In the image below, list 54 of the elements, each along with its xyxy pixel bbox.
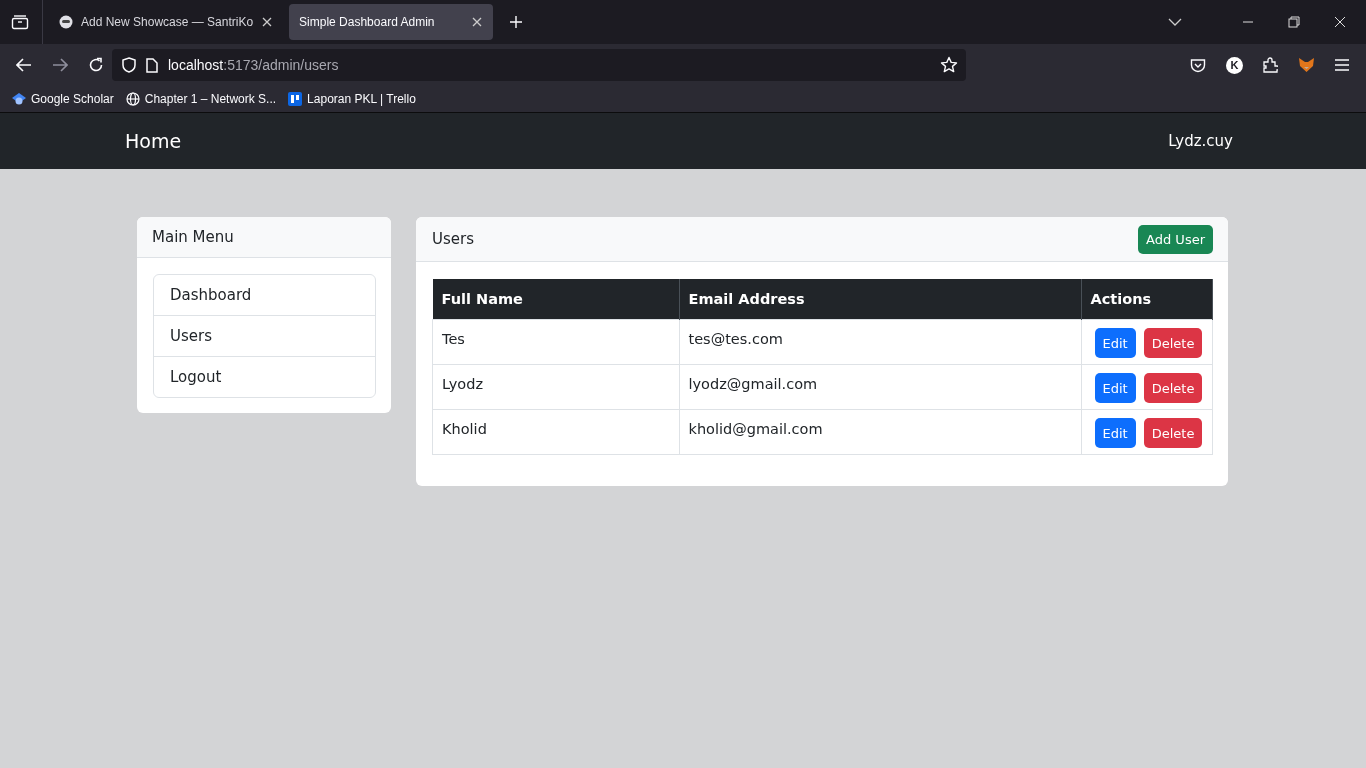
menu-item[interactable]: Users [154, 315, 375, 356]
edit-button[interactable]: Edit [1094, 328, 1136, 358]
profile-avatar[interactable]: K [1226, 56, 1243, 74]
delete-button[interactable]: Delete [1143, 418, 1203, 448]
tab-list-icon[interactable] [11, 14, 29, 30]
cap-icon [12, 92, 26, 106]
bookmark[interactable]: Google Scholar [12, 92, 114, 106]
browser-tab[interactable]: Add New Showcase — SantriKo [49, 4, 284, 40]
forward-icon[interactable] [52, 58, 68, 72]
reload-icon[interactable] [88, 57, 104, 73]
back-icon[interactable] [16, 58, 32, 72]
close-icon[interactable] [261, 16, 274, 28]
table-cell: tes@tes.com [679, 319, 1081, 365]
table-cell: Tes [432, 319, 679, 365]
shield-icon [122, 57, 136, 73]
board-icon [288, 92, 303, 106]
plus-icon[interactable] [509, 15, 524, 29]
fox-icon[interactable] [1298, 57, 1315, 73]
bookmark[interactable]: Laporan PKL | Trello [288, 92, 416, 106]
card-title: Users [432, 230, 474, 248]
column-header: Email Address [679, 279, 1081, 320]
close-icon[interactable] [1334, 16, 1346, 28]
puzzle-icon[interactable] [1263, 57, 1278, 73]
user-link[interactable]: Lydz.cuy [1168, 132, 1233, 150]
close-icon[interactable] [471, 16, 484, 28]
card-title: Main Menu [152, 228, 234, 246]
menu-item[interactable]: Logout [154, 356, 375, 397]
delete-button[interactable]: Delete [1143, 373, 1203, 403]
address-bar[interactable]: localhost:5173/admin/users [112, 49, 966, 81]
page-icon [146, 57, 158, 73]
column-header: Actions [1081, 279, 1213, 320]
edit-button[interactable]: Edit [1094, 418, 1136, 448]
tab-title: Simple Dashboard Admin [299, 15, 436, 29]
home-link[interactable]: Home [125, 130, 182, 152]
add-user-button[interactable]: Add User [1138, 224, 1213, 254]
chevron-down-icon[interactable] [1168, 18, 1182, 26]
site-icon [59, 15, 73, 29]
browser-tab[interactable]: Simple Dashboard Admin [289, 4, 494, 40]
table-cell: Kholid [432, 409, 679, 455]
url-text: localhost:5173/admin/users [168, 57, 339, 73]
menu-icon[interactable] [1335, 59, 1349, 71]
pocket-icon[interactable] [1190, 57, 1206, 73]
star-icon[interactable] [940, 56, 958, 74]
bookmark[interactable]: Chapter 1 – Network S... [125, 92, 277, 106]
table-cell: lyodz@gmail.com [679, 364, 1081, 410]
menu-item[interactable]: Dashboard [154, 275, 375, 315]
globe-icon [125, 92, 140, 106]
column-header: Full Name [432, 279, 679, 320]
table-cell: kholid@gmail.com [679, 409, 1081, 455]
table-cell: Lyodz [432, 364, 679, 410]
edit-button[interactable]: Edit [1094, 373, 1136, 403]
delete-button[interactable]: Delete [1143, 328, 1203, 358]
tab-title: Add New Showcase — SantriKo [81, 15, 254, 29]
restore-icon[interactable] [1288, 16, 1300, 28]
